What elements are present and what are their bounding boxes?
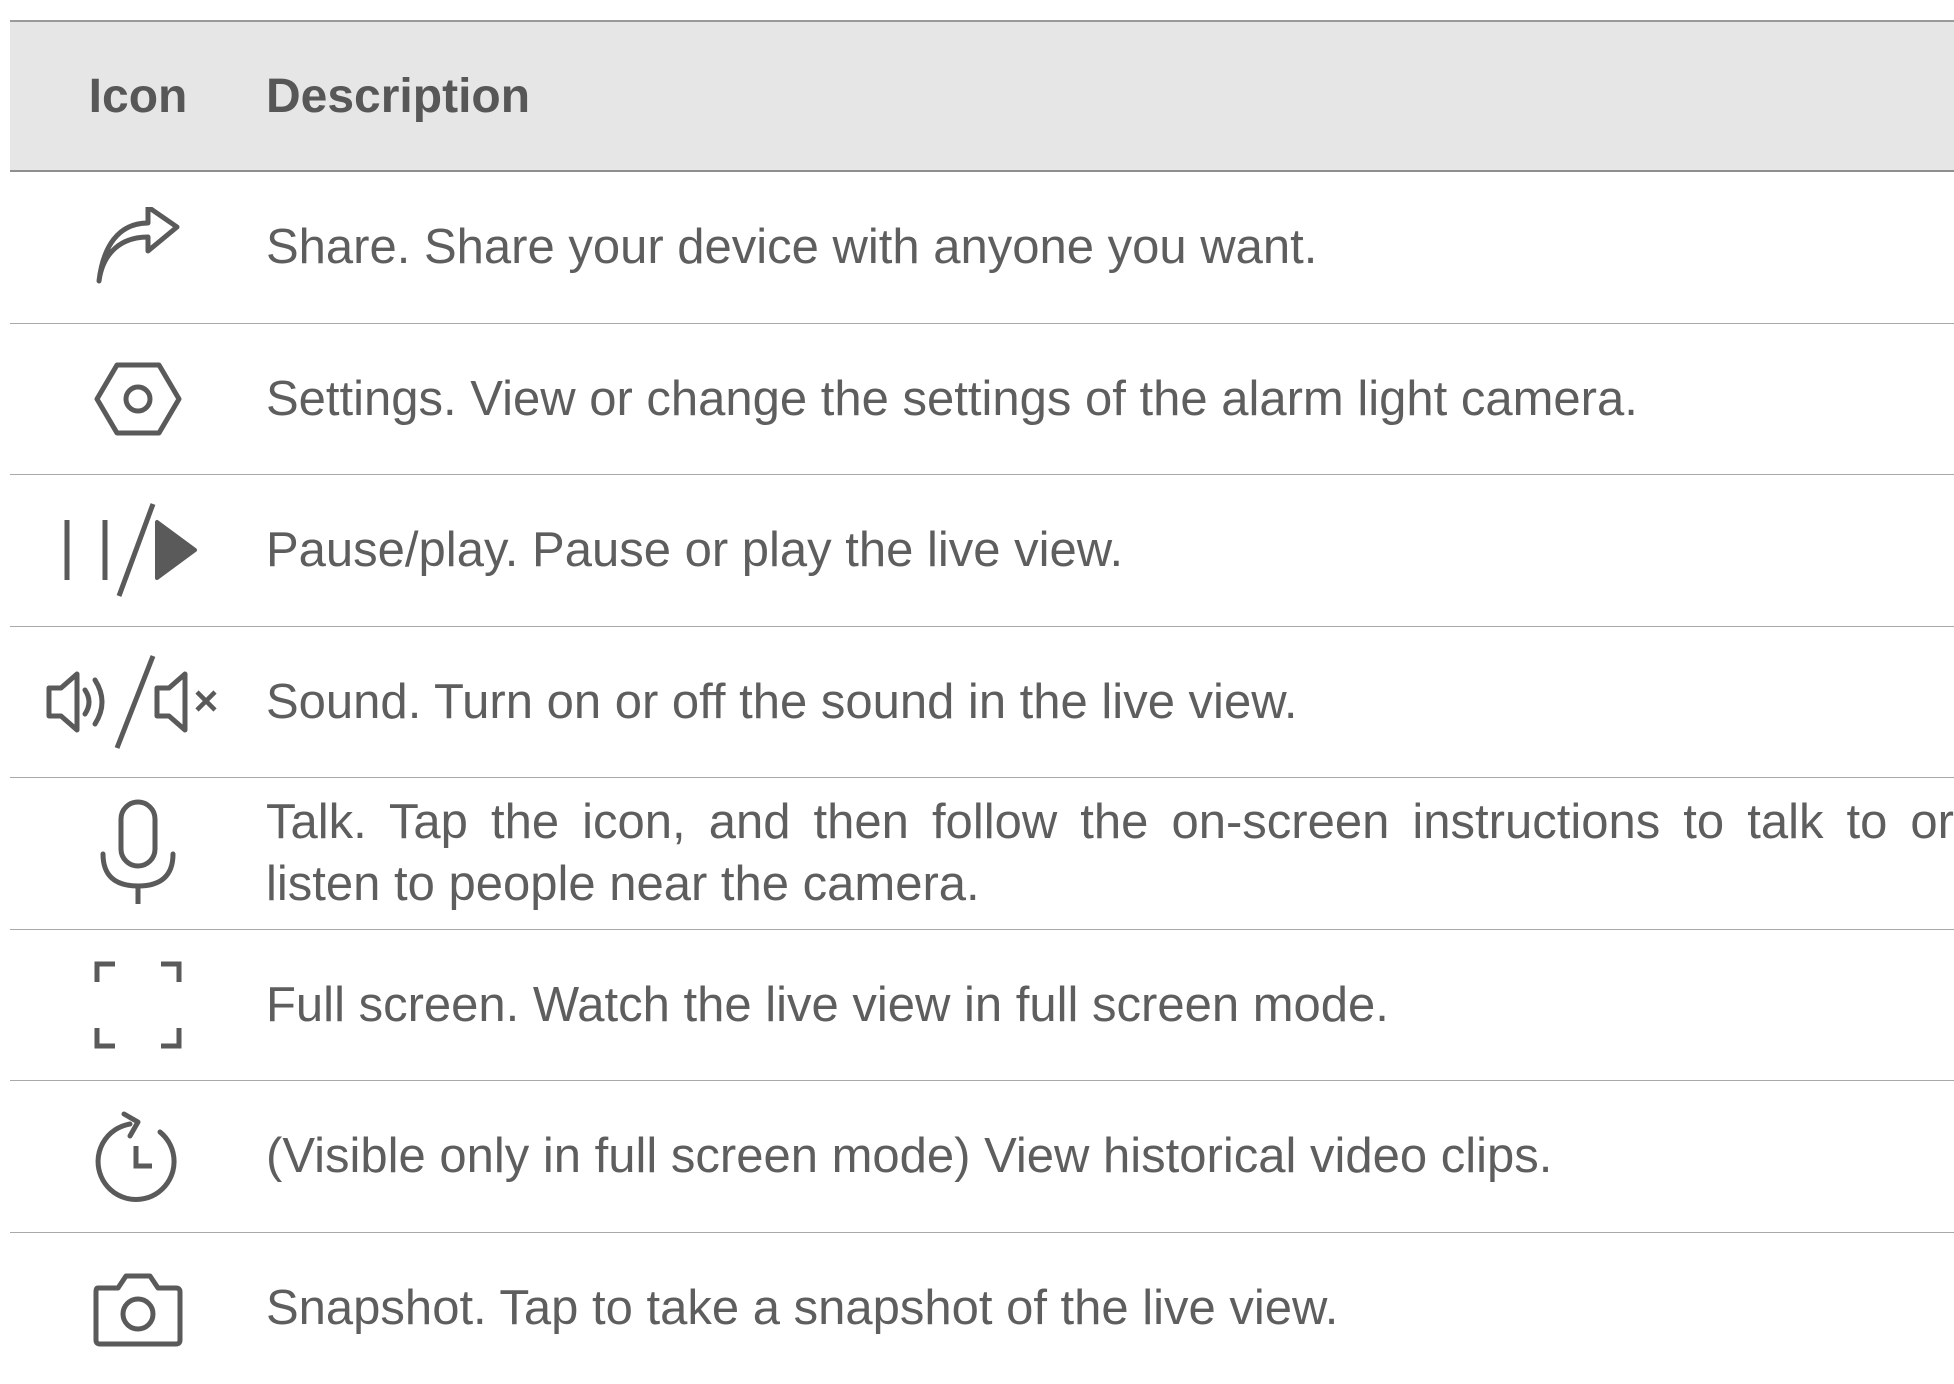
microphone-icon[interactable] <box>93 798 183 908</box>
row-description: Sound. Turn on or off the sound in the l… <box>266 671 1954 733</box>
icon-description-table: Icon Description Share. Share your devic… <box>10 20 1954 1384</box>
row-description: Talk. Tap the icon, and then follow the … <box>266 791 1954 915</box>
row-description: Pause/play. Pause or play the live view. <box>266 519 1954 581</box>
header-description-column: Description <box>266 69 1954 124</box>
table-row-pause-play: Pause/play. Pause or play the live view. <box>10 475 1954 627</box>
table-row-sound: Sound. Turn on or off the sound in the l… <box>10 627 1954 779</box>
row-description: Snapshot. Tap to take a snapshot of the … <box>266 1277 1954 1339</box>
settings-hexagon-icon[interactable] <box>93 359 183 439</box>
table-row-history: (Visible only in full screen mode) View … <box>10 1081 1954 1233</box>
pause-play-icon[interactable] <box>53 500 223 600</box>
row-description: Settings. View or change the settings of… <box>266 368 1954 430</box>
table-row-full-screen: Full screen. Watch the live view in full… <box>10 930 1954 1082</box>
history-clock-icon[interactable] <box>90 1106 186 1206</box>
row-description: (Visible only in full screen mode) View … <box>266 1125 1954 1187</box>
share-icon[interactable] <box>93 207 183 287</box>
sound-on-off-icon[interactable] <box>43 652 233 752</box>
full-screen-icon[interactable] <box>93 960 183 1050</box>
row-description: Share. Share your device with anyone you… <box>266 216 1954 278</box>
table-row-share: Share. Share your device with anyone you… <box>10 172 1954 324</box>
camera-icon[interactable] <box>90 1268 186 1348</box>
row-description: Full screen. Watch the live view in full… <box>266 974 1954 1036</box>
table-row-snapshot: Snapshot. Tap to take a snapshot of the … <box>10 1233 1954 1384</box>
table-row-settings: Settings. View or change the settings of… <box>10 324 1954 476</box>
header-icon-column: Icon <box>10 69 266 124</box>
table-header: Icon Description <box>10 22 1954 172</box>
table-row-talk: Talk. Tap the icon, and then follow the … <box>10 778 1954 930</box>
